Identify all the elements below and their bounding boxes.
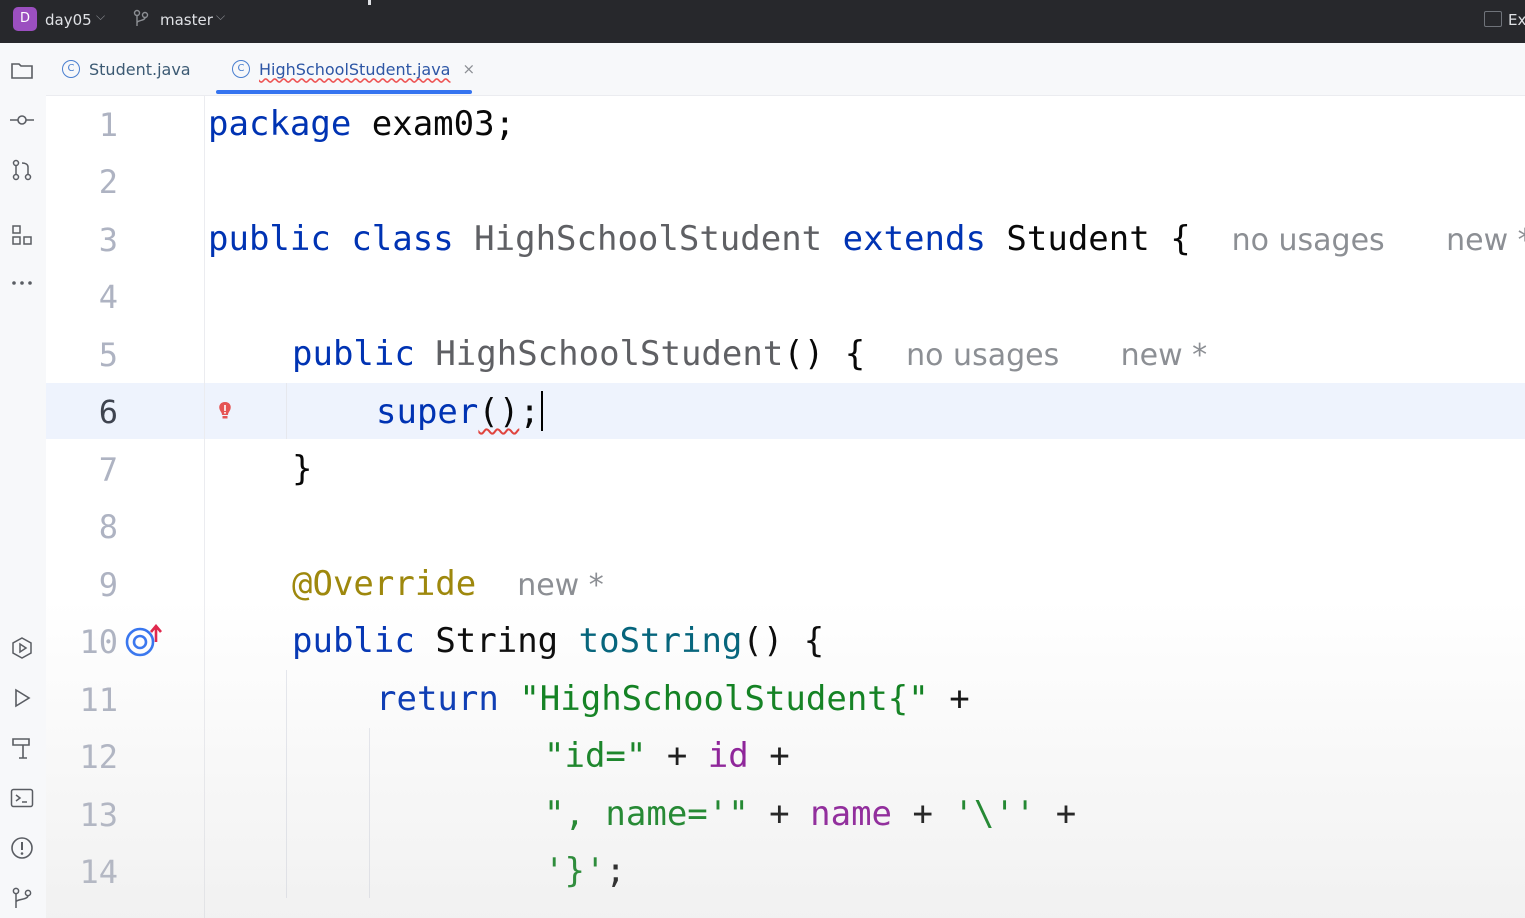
top-right-label[interactable]: Ex bbox=[1508, 11, 1525, 29]
code-line-10: public String toString() { bbox=[292, 621, 825, 661]
usages-hint[interactable]: no usages bbox=[906, 338, 1059, 373]
line-number: 3 bbox=[98, 221, 118, 259]
git-icon[interactable] bbox=[8, 884, 36, 912]
code-line-11: return "HighSchoolStudent{" + bbox=[376, 679, 970, 719]
code-line-14: '}'; bbox=[544, 851, 626, 891]
text-caret bbox=[540, 391, 543, 431]
close-icon[interactable]: × bbox=[462, 60, 475, 78]
folder-icon[interactable] bbox=[8, 56, 36, 84]
line-number: 14 bbox=[79, 853, 118, 891]
line-number: 9 bbox=[98, 566, 118, 604]
line-number: 8 bbox=[98, 508, 118, 546]
author-hint[interactable]: new * bbox=[517, 568, 604, 603]
window-icon[interactable] bbox=[1484, 11, 1502, 27]
class-icon: C bbox=[232, 60, 250, 78]
line-number: 7 bbox=[98, 451, 118, 489]
structure-icon[interactable] bbox=[8, 221, 36, 249]
code-line-6: super(); bbox=[376, 391, 543, 432]
chevron-down-icon[interactable]: ⌵ bbox=[216, 9, 225, 24]
code-line-12: "id=" + id + bbox=[544, 736, 790, 776]
more-icon[interactable] bbox=[8, 269, 36, 297]
line-number: 11 bbox=[79, 681, 118, 719]
services-icon[interactable] bbox=[8, 634, 36, 662]
title-bar: D day05 ⌵ master ⌵ Ex bbox=[0, 0, 1525, 43]
line-number: 5 bbox=[98, 336, 118, 374]
class-icon: C bbox=[62, 60, 80, 78]
override-marker-icon[interactable] bbox=[124, 624, 164, 658]
project-name[interactable]: day05 bbox=[45, 11, 92, 29]
project-badge[interactable]: D bbox=[13, 7, 37, 31]
problems-icon[interactable] bbox=[8, 834, 36, 862]
indent-guide bbox=[286, 383, 287, 439]
tab-label: Student.java bbox=[89, 59, 191, 79]
line-number: 6 bbox=[98, 393, 118, 431]
tab-student-java[interactable]: C Student.java bbox=[62, 43, 191, 95]
line-number: 13 bbox=[79, 796, 118, 834]
line-number: 10 bbox=[79, 623, 118, 661]
tool-window-strip bbox=[0, 43, 47, 918]
code-line-1: package exam03; bbox=[208, 104, 516, 144]
line-number: 1 bbox=[98, 106, 118, 144]
branch-icon[interactable] bbox=[133, 9, 149, 29]
line-number: 2 bbox=[98, 163, 118, 201]
usages-hint[interactable]: no usages bbox=[1232, 223, 1385, 258]
active-tab-indicator bbox=[216, 90, 472, 94]
editor-tab-bar: C Student.java C HighSchoolStudent.java … bbox=[46, 43, 1525, 96]
code-line-13: ", name='" + name + '\'' + bbox=[544, 794, 1077, 834]
build-icon[interactable] bbox=[8, 734, 36, 762]
branch-name[interactable]: master bbox=[160, 11, 213, 29]
current-line-highlight bbox=[46, 383, 1525, 439]
line-number: 12 bbox=[79, 738, 118, 776]
chevron-down-icon[interactable]: ⌵ bbox=[96, 9, 105, 24]
gutter-divider bbox=[204, 96, 205, 918]
code-line-7: } bbox=[292, 449, 313, 489]
pull-request-icon[interactable] bbox=[8, 156, 36, 184]
code-line-3: public class HighSchoolStudent extends S… bbox=[208, 219, 1525, 259]
terminal-icon[interactable] bbox=[8, 784, 36, 812]
run-icon[interactable] bbox=[8, 684, 36, 712]
indent-guide bbox=[286, 670, 287, 898]
indent-guide bbox=[369, 728, 370, 898]
code-line-9: @Override new * bbox=[292, 564, 604, 604]
tab-highschoolstudent-java[interactable]: C HighSchoolStudent.java × bbox=[232, 43, 475, 95]
title-tick bbox=[368, 0, 371, 5]
code-line-5: public HighSchoolStudent() { no usages n… bbox=[292, 334, 1208, 374]
author-hint[interactable]: new * bbox=[1121, 338, 1208, 373]
editor-gutter bbox=[46, 96, 204, 918]
commit-icon[interactable] bbox=[8, 106, 36, 134]
tab-label: HighSchoolStudent.java bbox=[259, 59, 451, 79]
error-bulb-icon[interactable] bbox=[217, 401, 233, 421]
author-hint[interactable]: new * bbox=[1446, 223, 1525, 258]
line-number: 4 bbox=[98, 278, 118, 316]
